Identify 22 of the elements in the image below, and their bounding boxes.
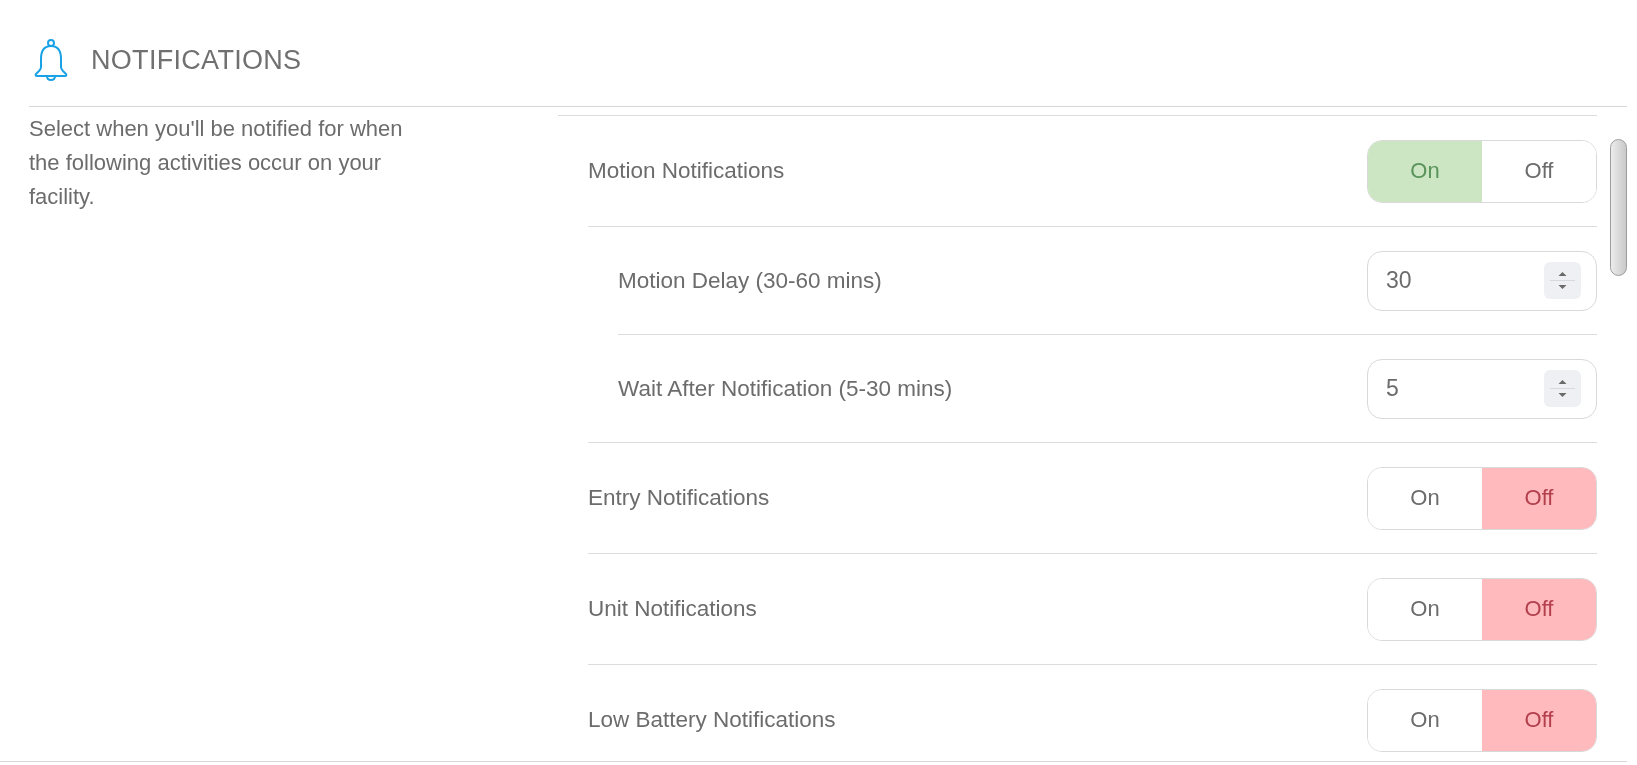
stepper-arrows-icon[interactable]	[1544, 261, 1581, 299]
setting-label: Motion Notifications	[588, 158, 785, 184]
setting-label: Unit Notifications	[588, 596, 757, 622]
on-off-toggle[interactable]: On Off	[1367, 139, 1597, 203]
setting-label: Entry Notifications	[588, 485, 770, 511]
on-off-toggle[interactable]: On Off	[1367, 688, 1597, 752]
number-field[interactable]: 30	[1367, 250, 1597, 311]
setting-label: Low Battery Notifications	[588, 707, 836, 733]
description-text: Select when you'll be notified for when the following activities occur on your facility.	[29, 115, 404, 211]
setting-label: Wait After Notification (5-30 mins)	[618, 375, 953, 402]
bell-icon	[33, 38, 69, 82]
scrollbar-thumb[interactable]	[1610, 139, 1627, 276]
section-title: NOTIFICATIONS	[91, 44, 302, 76]
on-off-toggle[interactable]: On Off	[1367, 577, 1597, 641]
number-field[interactable]: 5	[1367, 358, 1597, 419]
stepper-arrows-icon[interactable]	[1544, 369, 1581, 407]
toggle-option[interactable]: On	[1368, 140, 1482, 202]
on-off-toggle[interactable]: On Off	[1367, 466, 1597, 530]
toggle-option[interactable]: Off	[1482, 689, 1596, 751]
toggle-option[interactable]: Off	[1482, 467, 1596, 529]
setting-label: Motion Delay (30-60 mins)	[618, 267, 882, 294]
toggle-option[interactable]: Off	[1482, 578, 1596, 640]
